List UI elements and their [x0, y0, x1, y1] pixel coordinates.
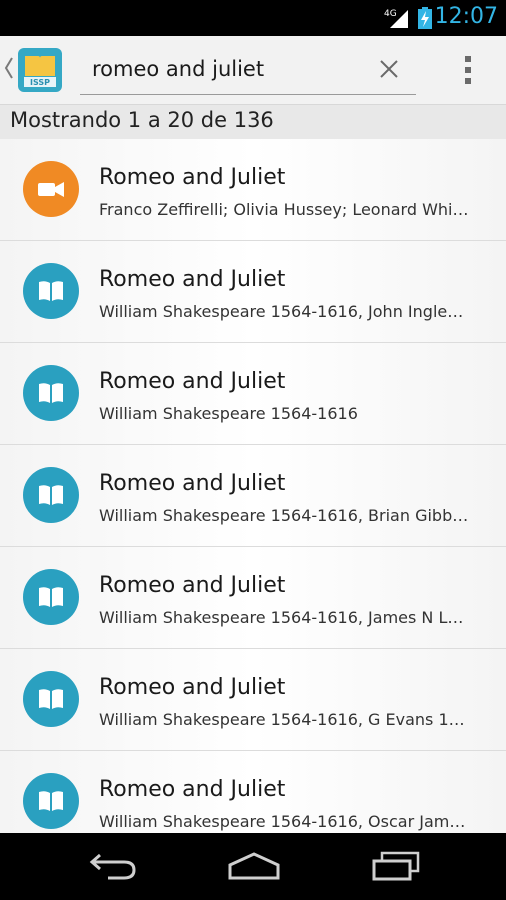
item-subtitle: William Shakespeare 1564-1616, Oscar Jam… [99, 812, 466, 831]
nav-home-icon[interactable] [226, 851, 282, 885]
item-title: Romeo and Juliet [99, 165, 286, 190]
search-input[interactable] [92, 52, 362, 86]
list-item[interactable]: Romeo and Juliet William Shakespeare 156… [0, 241, 506, 343]
overflow-menu-icon[interactable] [458, 54, 478, 86]
item-subtitle: Franco Zeffirelli; Olivia Hussey; Leonar… [99, 200, 469, 219]
item-subtitle: William Shakespeare 1564-1616 [99, 404, 358, 423]
app-logo-icon[interactable]: ISSP [18, 48, 62, 92]
item-title: Romeo and Juliet [99, 573, 286, 598]
list-item[interactable]: Romeo and Juliet William Shakespeare 156… [0, 547, 506, 649]
status-bar: 4G 12:07 [0, 0, 506, 36]
book-icon [23, 671, 79, 727]
results-list[interactable]: Romeo and Juliet Franco Zeffirelli; Oliv… [0, 139, 506, 833]
item-subtitle: William Shakespeare 1564-1616, John Ingl… [99, 302, 464, 321]
video-camera-icon [23, 161, 79, 217]
close-icon[interactable] [378, 58, 400, 80]
back-caret-icon[interactable] [4, 56, 14, 84]
action-bar: ISSP [0, 36, 506, 105]
book-icon [23, 569, 79, 625]
list-item[interactable]: Romeo and Juliet William Shakespeare 156… [0, 343, 506, 445]
signal-icon: 4G [384, 6, 412, 34]
item-title: Romeo and Juliet [99, 777, 286, 802]
navigation-bar [0, 833, 506, 900]
results-count: Mostrando 1 a 20 de 136 [10, 108, 274, 132]
list-item[interactable]: Romeo and Juliet William Shakespeare 156… [0, 445, 506, 547]
book-icon [23, 773, 79, 829]
battery-charging-icon [418, 7, 432, 33]
list-item[interactable]: Romeo and Juliet Franco Zeffirelli; Oliv… [0, 139, 506, 241]
network-type: 4G [384, 9, 397, 19]
nav-recents-icon[interactable] [370, 851, 422, 885]
book-icon [23, 365, 79, 421]
list-item[interactable]: Romeo and Juliet William Shakespeare 156… [0, 649, 506, 751]
item-title: Romeo and Juliet [99, 675, 286, 700]
results-count-bar: Mostrando 1 a 20 de 136 [0, 105, 506, 140]
list-item[interactable]: Romeo and Juliet William Shakespeare 156… [0, 751, 506, 833]
search-box [80, 44, 416, 95]
nav-back-icon[interactable] [88, 851, 138, 885]
item-subtitle: William Shakespeare 1564-1616, Brian Gib… [99, 506, 469, 525]
item-subtitle: William Shakespeare 1564-1616, G Evans 1… [99, 710, 465, 729]
clock: 12:07 [434, 4, 498, 29]
book-icon [23, 263, 79, 319]
item-title: Romeo and Juliet [99, 267, 286, 292]
item-title: Romeo and Juliet [99, 369, 286, 394]
item-title: Romeo and Juliet [99, 471, 286, 496]
app-logo-text: ISSP [30, 78, 50, 87]
item-subtitle: William Shakespeare 1564-1616, James N L… [99, 608, 464, 627]
book-icon [23, 467, 79, 523]
